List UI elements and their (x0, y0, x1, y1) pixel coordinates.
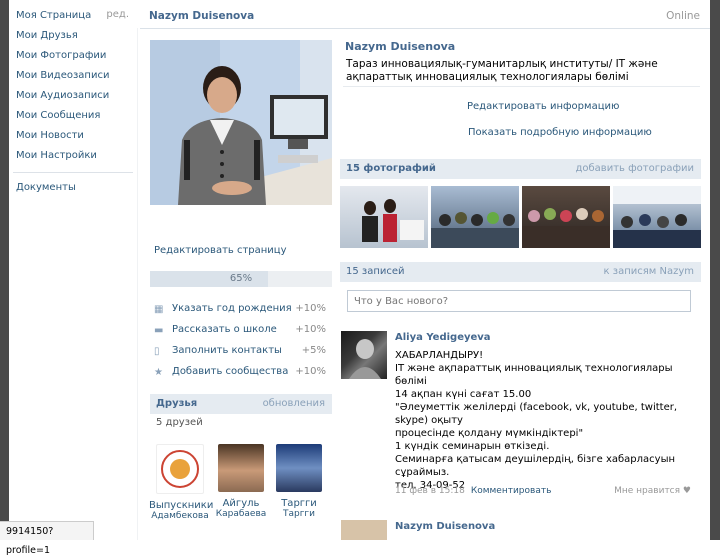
edit-page-link[interactable]: Редактировать страницу (154, 245, 287, 256)
photo-illustration (613, 186, 701, 248)
sidebar-item-videos[interactable]: Мои Видеозаписи (9, 66, 137, 86)
like-button[interactable]: Мне нравится ♥ (614, 486, 691, 496)
tip-value: +5% (301, 345, 326, 356)
photos-header: 15 фотографий добавить фотографии (340, 159, 701, 179)
window-frame-left (0, 0, 9, 540)
wall-header: 15 записей к записям Nazym (340, 262, 701, 282)
profile-name: Nazym Duisenova (345, 40, 456, 53)
tip-communities[interactable]: ★ Добавить сообщества +10% (152, 366, 330, 380)
show-details-link[interactable]: Показать подробную информацию (468, 127, 652, 138)
post-text: ХАБАРЛАНДЫРУ! IT және ақпараттық инновац… (395, 350, 678, 491)
star-icon: ★ (154, 367, 163, 378)
avatar[interactable] (276, 444, 322, 492)
photo-strip (340, 186, 701, 248)
tip-label[interactable]: Рассказать о школе (172, 324, 277, 335)
friend-first-name[interactable]: Айгуль (210, 498, 272, 509)
tip-label[interactable]: Указать год рождения (172, 303, 292, 314)
like-label[interactable]: Мне нравится (614, 486, 680, 496)
phone-icon: ▯ (154, 346, 160, 357)
friend-first-name[interactable]: Таргги (268, 498, 330, 509)
tip-value: +10% (295, 303, 326, 314)
window-frame-right (710, 0, 720, 540)
friend-card[interactable]: Таргги Таргги (268, 444, 330, 519)
sidebar: Моя Страница ред. Мои Друзья Мои Фотогра… (9, 6, 137, 198)
comment-link[interactable]: Комментировать (471, 486, 552, 496)
post-author[interactable]: Aliya Yedigeyeva (395, 332, 491, 343)
sidebar-item-messages[interactable]: Мои Сообщения (9, 106, 137, 126)
avatar[interactable] (341, 520, 387, 540)
browser-status-bar: 9914150?profile=1 (0, 521, 94, 556)
tip-value: +10% (295, 366, 326, 377)
sidebar-item-settings[interactable]: Мои Настройки (9, 146, 137, 166)
column-divider (137, 28, 138, 540)
friend-card[interactable]: Айгуль Карабаева (210, 444, 272, 519)
info-divider (343, 86, 700, 87)
friend-card[interactable]: Выпускники Адамбекова (149, 444, 213, 521)
avatar[interactable] (218, 444, 264, 492)
sidebar-item-audio[interactable]: Мои Аудиозаписи (9, 86, 137, 106)
photo-illustration (431, 212, 519, 248)
photo-thumbnail[interactable] (522, 186, 610, 248)
sidebar-edit-link[interactable]: ред. (106, 9, 129, 20)
avatar-emblem (161, 450, 199, 488)
photo-thumbnail[interactable] (431, 186, 519, 248)
profile-status[interactable]: Тараз инновациялық-гуманитарлық институт… (346, 58, 701, 84)
post-date[interactable]: 11 фев в 15:18 (395, 486, 465, 496)
tip-contacts[interactable]: ▯ Заполнить контакты +5% (152, 345, 330, 359)
tip-label[interactable]: Заполнить контакты (172, 345, 282, 356)
tip-value: +10% (295, 324, 326, 335)
school-icon: ▬ (154, 325, 164, 336)
add-photos-link[interactable]: добавить фотографии (575, 163, 694, 174)
friend-last-name[interactable]: Адамбекова (149, 511, 211, 521)
edit-info-link[interactable]: Редактировать информацию (467, 101, 619, 112)
wall-title[interactable]: 15 записей (346, 266, 405, 277)
friend-first-name[interactable]: Выпускники (149, 500, 213, 511)
friends-count[interactable]: 5 друзей (156, 417, 203, 428)
tip-label[interactable]: Добавить сообщества (172, 366, 288, 377)
sidebar-item-documents[interactable]: Документы (9, 178, 137, 198)
profile-photo[interactable] (150, 40, 332, 205)
wall-post-input[interactable] (348, 291, 690, 311)
friend-last-name[interactable]: Карабаева (210, 509, 272, 519)
wall-link[interactable]: к записям Nazym (604, 266, 694, 277)
friends-updates-link[interactable]: обновления (263, 398, 325, 409)
profile-completion-label: 65% (229, 273, 253, 284)
friends-header: Друзья обновления (150, 394, 332, 414)
profile-header: Nazym Duisenova Online (140, 6, 710, 29)
photo-thumbnail[interactable] (613, 186, 701, 248)
avatar-illustration (349, 339, 381, 379)
gift-icon: ▦ (154, 304, 164, 315)
profile-completion-bar: 65% (150, 271, 332, 287)
friend-last-name[interactable]: Таргги (268, 509, 330, 519)
post-footer: 11 фев в 15:18 Комментировать Мне нравитс… (395, 486, 695, 496)
wall-post-box[interactable] (347, 290, 691, 312)
online-status: Online (666, 10, 700, 22)
tip-school[interactable]: ▬ Рассказать о школе +10% (152, 324, 330, 338)
header-username[interactable]: Nazym Duisenova (149, 10, 254, 22)
photos-title[interactable]: 15 фотографий (346, 163, 436, 174)
tip-birth-year[interactable]: ▦ Указать год рождения +10% (152, 303, 330, 317)
photo-thumbnail[interactable] (340, 186, 428, 248)
friends-title[interactable]: Друзья (156, 398, 197, 409)
avatar[interactable] (156, 444, 204, 494)
avatar[interactable] (341, 331, 387, 379)
heart-icon: ♥ (682, 486, 691, 496)
sidebar-item-photos[interactable]: Мои Фотографии (9, 46, 137, 66)
post-author[interactable]: Nazym Duisenova (395, 521, 495, 532)
sidebar-item-news[interactable]: Мои Новости (9, 126, 137, 146)
sidebar-divider (13, 172, 133, 173)
photo-illustration (522, 208, 610, 248)
photo-illustration (362, 199, 424, 242)
profile-photo-illustration (150, 40, 332, 205)
sidebar-item-friends[interactable]: Мои Друзья (9, 26, 137, 46)
